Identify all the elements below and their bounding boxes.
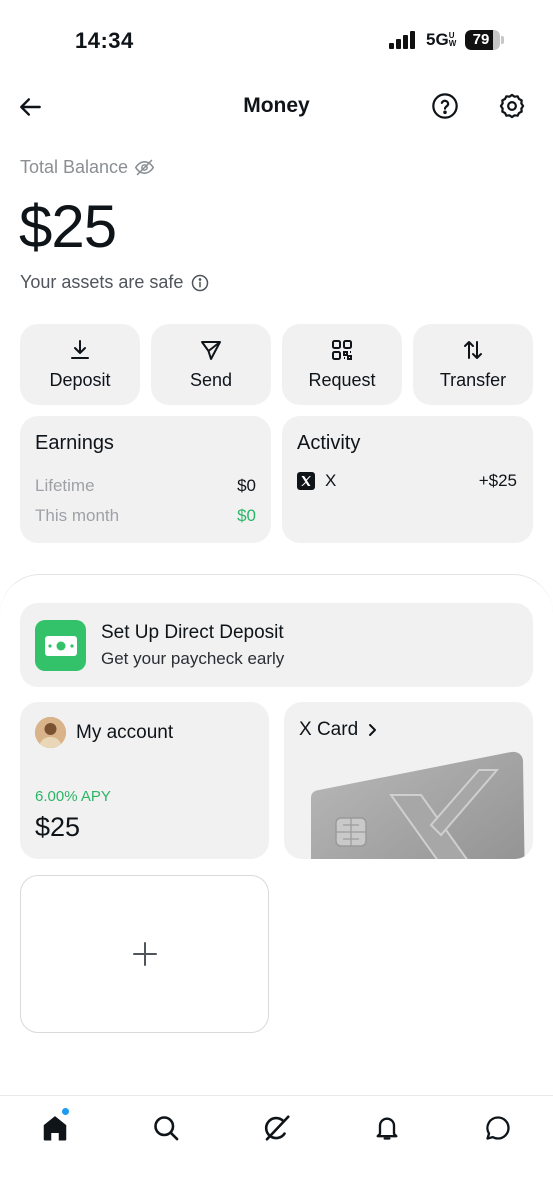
search-icon [154,1116,179,1141]
earnings-row-lifetime: Lifetime $0 [35,476,256,496]
direct-deposit-title: Set Up Direct Deposit [101,622,284,643]
battery-percent: 79 [472,31,490,48]
assets-safe-text: Your assets are safe [20,272,184,292]
balance-amount: $25 [19,193,117,260]
battery-icon: 79 [465,30,505,50]
request-label: Request [308,370,376,390]
activity-title: Activity [297,432,361,454]
send-button[interactable]: Send [151,324,271,405]
cash-icon [35,620,86,671]
request-button[interactable]: Request [282,324,402,405]
chevron-right-icon [369,724,377,736]
x-card-image [311,751,525,859]
tab-search[interactable] [148,1110,184,1146]
earnings-title: Earnings [35,432,114,454]
account-balance: $25 [35,812,81,842]
earnings-card[interactable]: Earnings Lifetime $0 This month $0 [20,416,271,543]
tab-messages[interactable] [480,1110,516,1146]
assets-safe-row: Your assets are safe [20,272,209,293]
direct-deposit-card[interactable]: Set Up Direct Deposit Get your paycheck … [20,603,533,687]
earnings-lifetime-label: Lifetime [35,476,95,495]
balance-label-row: Total Balance [20,157,155,178]
balance-label: Total Balance [20,157,129,177]
avatar [35,717,66,748]
send-label: Send [189,370,233,390]
apy-rate: 6.00% APY [35,788,111,805]
help-icon [432,93,458,119]
earnings-month-value: $0 [237,506,256,525]
earnings-lifetime-value: $0 [237,476,256,495]
grok-icon [264,1115,290,1141]
network-type: 5G [426,30,449,49]
home-icon [43,1116,67,1141]
settings-button[interactable] [495,89,529,123]
notifications-icon [376,1117,398,1140]
earnings-row-month: This month $0 [35,506,256,526]
info-icon[interactable] [191,274,209,292]
transfer-icon [464,341,482,359]
eye-off-icon[interactable] [134,157,155,178]
activity-item-name: X [325,471,337,490]
x-card-title-row: X Card [299,719,378,741]
network-indicator: 5GUW [426,30,457,50]
transfer-button[interactable]: Transfer [413,324,533,405]
deposit-button[interactable]: Deposit [20,324,140,405]
send-icon [201,341,221,360]
tab-grok[interactable] [259,1110,295,1146]
settings-icon [499,93,525,119]
x-card-card[interactable]: X Card [284,702,533,859]
deposit-label: Deposit [49,370,111,390]
activity-card[interactable]: Activity X +$25 [282,416,533,543]
cellular-signal-icon [389,31,415,49]
my-account-card[interactable]: My account 6.00% APY $25 [20,702,269,859]
top-nav: Money [0,80,553,132]
status-bar: 14:34 5GUW 79 [0,0,553,80]
x-logo-icon [297,472,315,490]
download-icon [71,340,89,359]
help-button[interactable] [428,89,462,123]
activity-item-amount: +$25 [478,471,517,490]
status-time: 14:34 [75,28,134,53]
network-badge: UW [448,31,457,48]
x-card-title: X Card [299,719,359,740]
direct-deposit-subtitle: Get your paycheck early [101,649,285,668]
plus-icon [132,942,157,966]
transfer-label: Transfer [439,370,507,390]
tab-notifications[interactable] [369,1110,405,1146]
notification-dot [61,1107,70,1116]
earnings-month-label: This month [35,506,120,525]
page-title: Money [243,94,310,117]
my-account-title: My account [76,722,174,743]
messages-icon [486,1116,510,1140]
activity-item[interactable]: X +$25 [297,471,517,491]
add-account-button[interactable] [20,875,269,1033]
qr-code-icon [332,340,352,360]
bottom-tab-bar [0,1095,553,1200]
